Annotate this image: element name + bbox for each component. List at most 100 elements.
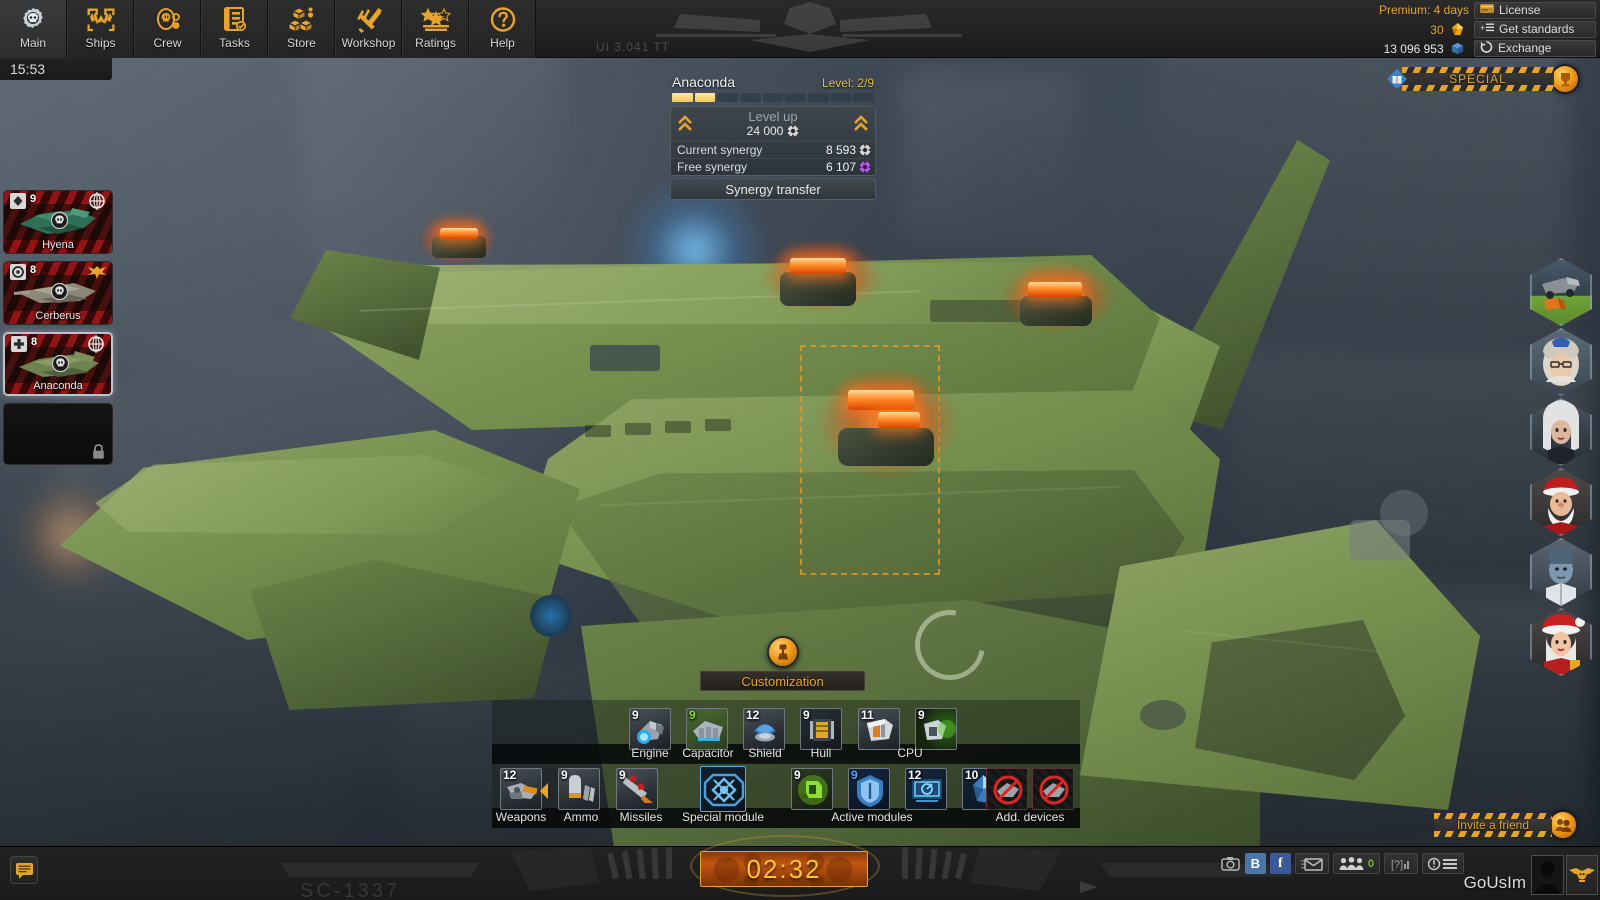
ship-card-anaconda[interactable]: 8 Anaconda	[3, 332, 113, 396]
svg-text:SC-1337: SC-1337	[300, 880, 400, 900]
double-chevron-up-icon	[678, 115, 692, 131]
stats-button[interactable]: [?]	[1384, 853, 1418, 874]
free-synergy-value: 6 107	[825, 160, 856, 174]
menu-button[interactable]	[1422, 853, 1464, 874]
nav-item-tasks[interactable]: Tasks	[201, 0, 268, 58]
synergy-transfer-button[interactable]: Synergy transfer	[670, 178, 876, 200]
nav-item-main[interactable]: Main	[0, 0, 67, 58]
slot-ammo[interactable]: 9	[558, 768, 600, 810]
gold-row: 30 + Get standards	[1350, 20, 1600, 38]
gold-crystal-icon	[1451, 22, 1464, 35]
trophy-icon	[1560, 72, 1570, 86]
screenshot-icon[interactable]	[1220, 853, 1241, 874]
clock-time: 15:53	[10, 61, 46, 77]
credits-amount-wrap: 13 096 953	[1350, 41, 1474, 56]
social-icons-row: B f 0 [?]	[1220, 853, 1464, 874]
avatar-santa[interactable]	[1530, 468, 1592, 536]
invite-orb-button[interactable]	[1548, 810, 1578, 840]
synergy-transfer-label: Synergy transfer	[725, 181, 821, 197]
customization-orb-button[interactable]	[766, 636, 799, 668]
slot-active-module-2[interactable]: 9	[848, 768, 890, 810]
slot-add-device-2[interactable]	[1032, 768, 1074, 810]
workshop-tools-icon	[354, 3, 384, 36]
people-icon	[1339, 856, 1364, 870]
ships-icon	[86, 3, 116, 36]
invite-hazard-banner[interactable]: Invite a friend	[1434, 813, 1552, 837]
slot-qty: 10	[965, 768, 979, 782]
slot-qty: 9	[851, 768, 858, 782]
credits-icon	[1451, 42, 1464, 54]
vk-icon[interactable]: B	[1244, 853, 1266, 874]
nav-label: Tasks	[219, 36, 250, 50]
slot-missiles[interactable]: 9	[616, 768, 658, 810]
chevron-left-icon[interactable]	[538, 782, 550, 800]
get-standards-button[interactable]: + Get standards	[1474, 20, 1596, 38]
slot-add-device-1[interactable]	[986, 768, 1028, 810]
facebook-icon[interactable]: f	[1269, 853, 1291, 874]
special-label: SPECIAL	[1449, 72, 1507, 86]
avatar-blue-alien[interactable]	[1530, 538, 1592, 606]
slot-hull[interactable]: 9	[800, 708, 842, 750]
slot-active-module-3[interactable]: 12	[905, 768, 947, 810]
chat-button[interactable]	[10, 856, 38, 884]
avatar-cargo-truck[interactable]	[1530, 258, 1592, 326]
nav-item-help[interactable]: Help	[469, 0, 536, 58]
nav-item-ships[interactable]: Ships	[67, 0, 134, 58]
special-orb-button[interactable]	[1550, 64, 1580, 94]
special-hazard-banner[interactable]: SPECIAL	[1402, 67, 1554, 91]
rank-badge[interactable]	[1566, 855, 1598, 895]
ship-card-hyena[interactable]: 9 Hyena	[3, 190, 113, 254]
slot-cpu-2[interactable]: 9	[915, 708, 957, 750]
exchange-button[interactable]: Exchange	[1474, 39, 1596, 57]
avatar-winter-pilot[interactable]	[1530, 328, 1592, 396]
slot-shield[interactable]: 12	[743, 708, 785, 750]
store-crates-icon	[287, 3, 316, 36]
add-list-icon: +	[1480, 22, 1494, 36]
slot-qty: 9	[794, 768, 801, 782]
slot-qty: 9	[803, 708, 810, 722]
ship-card-cerberus[interactable]: 8 Cerberus	[3, 261, 113, 325]
customization-label[interactable]: Customization	[700, 671, 865, 691]
paint-roller-icon	[777, 644, 788, 660]
username[interactable]: GoUsIm	[1464, 873, 1526, 893]
dock-label-add-devices: Add. devices	[995, 810, 1065, 824]
premium-row: Premium: 4 days License	[1350, 1, 1600, 19]
nav-label: Ratings	[415, 36, 456, 50]
synergy-level-label: Level: 2/9	[821, 76, 874, 90]
ship-card-locked-slot[interactable]	[3, 403, 113, 465]
nav-item-crew[interactable]: Crew	[134, 0, 201, 58]
avatar-rail	[1530, 258, 1592, 678]
slot-engine[interactable]: 9	[629, 708, 671, 750]
slot-special-module[interactable]	[700, 766, 746, 812]
friends-online-button[interactable]: 0	[1332, 853, 1380, 874]
slot-active-module-1[interactable]: 9	[791, 768, 833, 810]
globe-faction-icon	[88, 335, 104, 353]
slot-qty: 11	[861, 708, 874, 722]
user-silhouette-icon	[1532, 856, 1563, 894]
blocked-device-icon	[993, 775, 1023, 805]
license-label: License	[1499, 3, 1541, 17]
avatar-santa-girl[interactable]	[1530, 608, 1592, 676]
synergy-icon	[859, 144, 871, 156]
avatar-white-hair[interactable]	[1530, 398, 1592, 466]
nav-label: Ships	[85, 36, 116, 50]
fighter-target-icon	[10, 264, 26, 280]
nav-item-workshop[interactable]: Workshop	[335, 0, 402, 58]
slot-weapons[interactable]: 12	[500, 768, 542, 810]
nav-item-store[interactable]: Store	[268, 0, 335, 58]
interceptor-diamond-icon	[10, 193, 26, 209]
get-standards-label: Get standards	[1499, 22, 1575, 36]
gift-icon	[1387, 69, 1407, 89]
synergy-panel: Anaconda Level: 2/9 Level up 24 000 Curr…	[670, 74, 876, 200]
license-button[interactable]: License	[1474, 1, 1596, 19]
chat-bubble-icon	[15, 862, 33, 879]
level-up-button[interactable]: Level up 24 000	[671, 107, 875, 141]
nav-item-ratings[interactable]: Ratings	[402, 0, 469, 58]
slot-qty: 12	[908, 768, 922, 782]
user-avatar[interactable]	[1531, 855, 1564, 895]
slot-capacitor[interactable]: 9	[686, 708, 728, 750]
ship-status-skull-icon	[52, 355, 69, 372]
invite-friend-banner: Invite a friend	[1434, 810, 1578, 840]
slot-cpu-1[interactable]: 11	[858, 708, 900, 750]
mail-button[interactable]	[1294, 853, 1329, 874]
